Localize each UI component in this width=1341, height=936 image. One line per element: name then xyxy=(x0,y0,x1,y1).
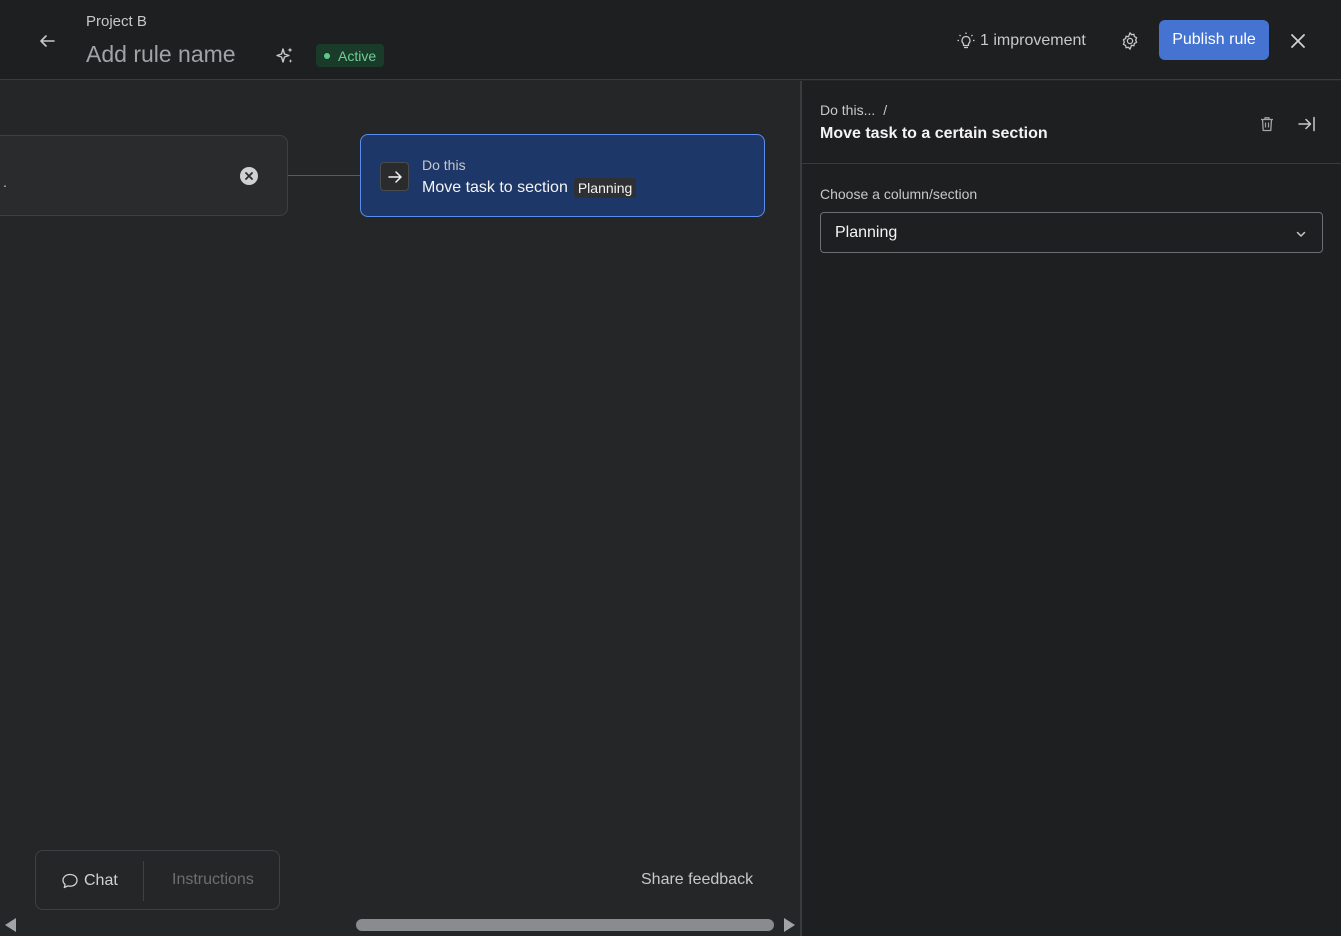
remove-trigger-button[interactable] xyxy=(240,167,258,185)
top-header: Project B Add rule name Active 1 improve… xyxy=(0,0,1341,80)
trigger-card[interactable]: . xyxy=(0,135,288,216)
lightbulb-icon xyxy=(957,32,975,49)
scroll-right-arrow[interactable] xyxy=(784,918,795,932)
collapse-panel-icon xyxy=(1298,116,1315,132)
sparkle-icon xyxy=(276,47,293,63)
status-dot xyxy=(324,52,330,59)
gear-icon xyxy=(1122,32,1138,50)
clear-icon xyxy=(245,172,253,180)
bottom-tabs: Chat Instructions xyxy=(35,850,280,910)
back-button[interactable] xyxy=(34,28,60,54)
action-details-panel: Do this... / Move task to a certain secti… xyxy=(800,81,1341,936)
rule-name-field[interactable]: Add rule name xyxy=(86,41,236,68)
close-icon xyxy=(1291,34,1305,48)
action-description-text: Move task to section xyxy=(422,179,568,196)
project-name: Project B xyxy=(86,13,147,30)
breadcrumb: Do this... / xyxy=(820,102,887,118)
arrow-right-icon xyxy=(387,170,402,183)
breadcrumb-separator: / xyxy=(883,102,888,118)
action-icon-box xyxy=(380,162,409,191)
trigger-text: . xyxy=(3,174,7,190)
tab-divider xyxy=(143,861,144,901)
settings-button[interactable] xyxy=(1117,28,1143,54)
rule-canvas[interactable]: . Do this Move task to section Planning … xyxy=(0,81,800,936)
improvement-label: 1 improvement xyxy=(980,32,1086,49)
chat-bubble-icon xyxy=(62,873,78,889)
action-description: Move task to section Planning xyxy=(422,178,637,198)
breadcrumb-item[interactable]: Do this... xyxy=(820,102,875,118)
status-badge: Active xyxy=(316,44,385,67)
publish-rule-button[interactable]: Publish rule xyxy=(1159,20,1269,60)
ai-sparkle-button[interactable] xyxy=(273,44,297,68)
collapse-panel-button[interactable] xyxy=(1295,112,1319,136)
arrow-left-icon xyxy=(40,35,55,47)
action-card[interactable]: Do this Move task to section Planning xyxy=(360,134,765,217)
action-label: Do this xyxy=(422,157,466,173)
delete-action-button[interactable] xyxy=(1255,112,1279,136)
section-field-label: Choose a column/section xyxy=(820,186,978,202)
section-select[interactable]: Planning xyxy=(820,212,1323,253)
scroll-left-arrow[interactable] xyxy=(5,918,16,932)
tab-instructions[interactable]: Instructions xyxy=(172,871,254,889)
improvement-button[interactable]: 1 improvement xyxy=(956,28,1086,54)
horizontal-scrollbar[interactable] xyxy=(0,916,800,934)
tab-chat[interactable]: Chat xyxy=(60,871,118,891)
chevron-down-icon xyxy=(1296,231,1306,237)
connector-line xyxy=(288,175,360,176)
close-button[interactable] xyxy=(1285,28,1311,54)
status-label: Active xyxy=(338,47,377,64)
panel-title: Move task to a certain section xyxy=(820,125,1048,142)
panel-header: Do this... / Move task to a certain secti… xyxy=(802,81,1341,164)
trash-icon xyxy=(1261,117,1273,132)
scroll-thumb[interactable] xyxy=(356,919,774,931)
share-feedback-link[interactable]: Share feedback xyxy=(641,871,753,889)
tab-chat-label: Chat xyxy=(84,872,118,889)
section-select-value: Planning xyxy=(835,224,898,241)
section-chip: Planning xyxy=(573,178,637,198)
